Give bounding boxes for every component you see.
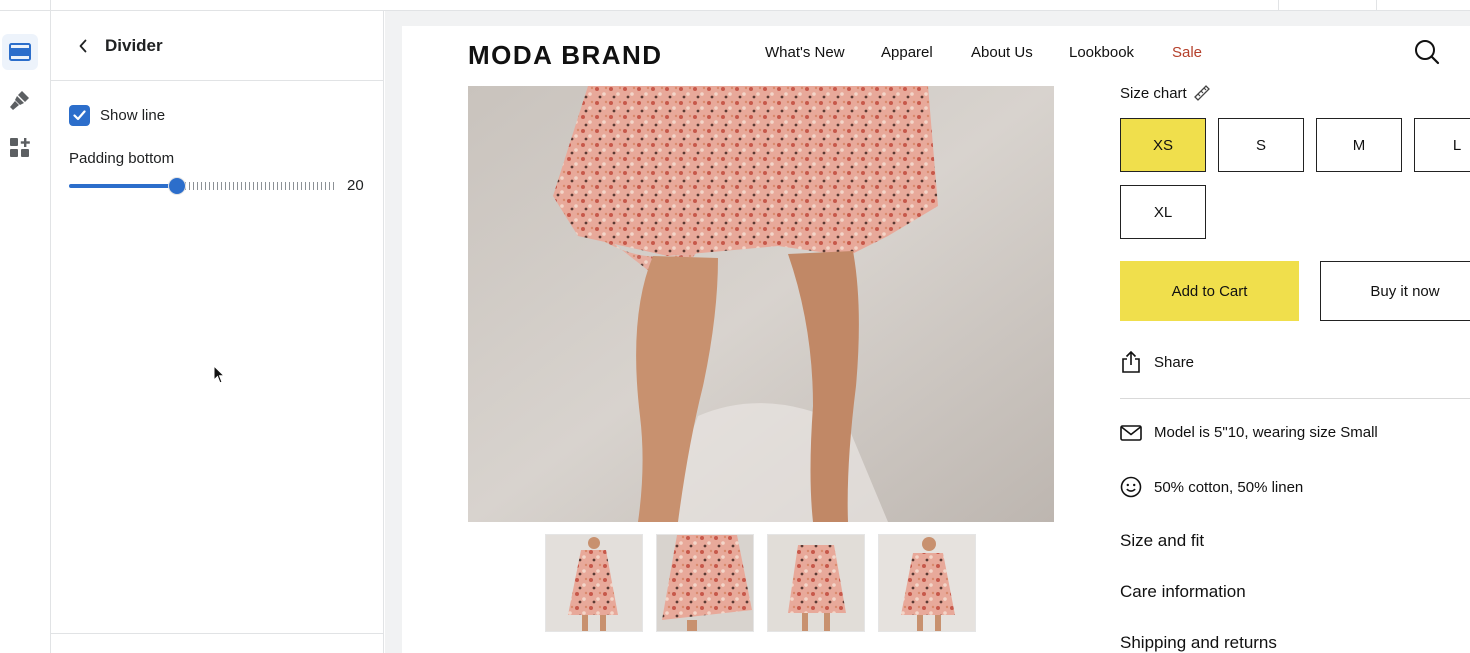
product-main-image[interactable] (468, 86, 1054, 522)
product-divider (1120, 398, 1470, 399)
nav-link-about-us[interactable]: About Us (971, 44, 1033, 61)
size-option-xs[interactable]: XS (1120, 118, 1206, 172)
share-icon (1122, 350, 1140, 373)
product-thumbnail[interactable] (767, 534, 865, 632)
ruler-icon (1193, 85, 1210, 101)
nav-link-apparel[interactable]: Apparel (881, 44, 933, 61)
apps-add-icon (10, 138, 30, 157)
search-icon[interactable] (1413, 38, 1441, 66)
share-button[interactable]: Share (1120, 350, 1194, 374)
material-info-text: 50% cotton, 50% linen (1154, 478, 1304, 496)
apps-button[interactable] (2, 130, 38, 166)
material-info: 50% cotton, 50% linen (1120, 476, 1303, 498)
size-option-s[interactable]: S (1218, 118, 1304, 172)
model-info: Model is 5"10, wearing size Small (1120, 424, 1378, 441)
theme-settings-button[interactable] (2, 82, 38, 118)
sections-icon (9, 43, 31, 61)
chevron-left-icon (79, 39, 87, 52)
size-option-l[interactable]: L (1414, 118, 1470, 172)
size-chart-link[interactable]: Size chart (1120, 84, 1211, 102)
buy-now-button[interactable]: Buy it now (1320, 261, 1470, 321)
nav-link-sale[interactable]: Sale (1172, 44, 1202, 61)
top-bar-divider (1278, 0, 1279, 10)
nav-link-whats-new[interactable]: What's New (765, 44, 845, 61)
slider-thumb[interactable] (168, 177, 186, 195)
store-preview: MODA BRAND What's New Apparel About Us L… (402, 26, 1470, 653)
top-bar-divider (50, 0, 51, 10)
panel-footer (51, 633, 384, 653)
add-to-cart-button[interactable]: Add to Cart (1120, 261, 1299, 321)
model-info-text: Model is 5"10, wearing size Small (1154, 424, 1378, 441)
show-line-checkbox[interactable] (69, 105, 90, 126)
size-option-xl[interactable]: XL (1120, 185, 1206, 239)
smiley-icon (1120, 476, 1142, 498)
nav-link-lookbook[interactable]: Lookbook (1069, 44, 1134, 61)
slider-ticks (181, 182, 335, 190)
panel-title: Divider (105, 35, 163, 55)
editor-icon-rail (0, 11, 51, 653)
sections-button[interactable] (2, 34, 38, 70)
share-label: Share (1154, 353, 1195, 371)
product-thumbnail[interactable] (656, 534, 754, 632)
slider-track-fill (69, 184, 177, 188)
padding-bottom-label: Padding bottom (69, 150, 175, 167)
top-bar-divider (1376, 0, 1377, 10)
settings-panel: Divider Show line Padding bottom 20 (51, 11, 384, 653)
padding-bottom-value: 20 (347, 177, 364, 194)
top-bar (0, 0, 1470, 11)
size-option-m[interactable]: M (1316, 118, 1402, 172)
show-line-toggle[interactable]: Show line (69, 105, 165, 126)
show-line-label: Show line (100, 107, 166, 124)
theme-brush-icon (10, 91, 29, 110)
accordion-care-information[interactable]: Care information (1120, 582, 1246, 602)
panel-header: Divider (51, 11, 383, 81)
store-logo[interactable]: MODA BRAND (468, 40, 663, 71)
accordion-shipping-returns[interactable]: Shipping and returns (1120, 633, 1277, 653)
mail-icon (1120, 424, 1142, 441)
accordion-size-and-fit[interactable]: Size and fit (1120, 531, 1204, 551)
back-button[interactable] (73, 36, 93, 56)
checkmark-icon (73, 110, 86, 121)
product-thumbnail[interactable] (545, 534, 643, 632)
padding-bottom-slider[interactable] (69, 177, 337, 195)
product-thumbnail[interactable] (878, 534, 976, 632)
mouse-cursor-icon (213, 365, 225, 384)
size-chart-label: Size chart (1120, 84, 1187, 102)
